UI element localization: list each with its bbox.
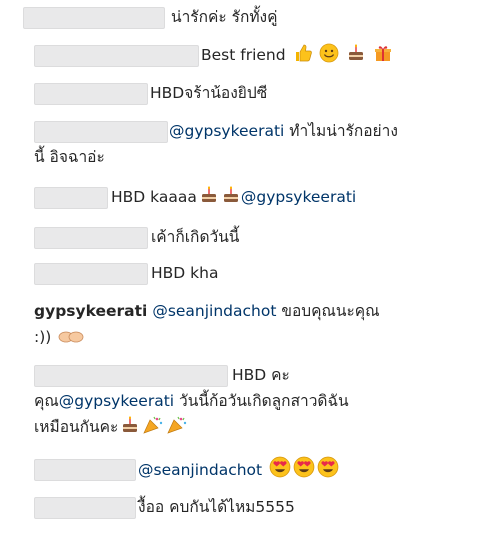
hands-icon — [58, 331, 84, 343]
comment: @seanjindachot — [0, 456, 500, 482]
blurred-username — [34, 227, 148, 249]
mention-link[interactable]: @gypsykeerati — [241, 188, 356, 206]
comment-text: HBDจร้าน้องยิปซี — [150, 84, 268, 102]
comment: HBD kha — [0, 260, 500, 286]
comment-list: น่ารักค่ะ รักทั้งคู่ Best friend HBDจร้า… — [0, 0, 500, 536]
thumbs-up-icon — [295, 44, 312, 62]
blurred-username — [34, 187, 108, 209]
mention-link[interactable]: @gypsykeerati — [59, 392, 174, 410]
heart-eyes-icon — [317, 456, 339, 478]
comment: งื้ออ คบกันได้ไหม5555 — [0, 494, 500, 520]
comment-text-continued: :)) — [34, 328, 52, 346]
blurred-username — [34, 365, 228, 387]
mention-link[interactable]: @seanjindachot — [138, 461, 262, 479]
comment: HBD คะ คุณ@gypsykeerati วันนี้ก้อวันเกิด… — [0, 362, 500, 440]
comment-text: เค้าก็เกิดวันนี้ — [151, 228, 240, 246]
comment-text: Best friend — [201, 46, 286, 64]
comment-text-continued: คุณ — [34, 392, 59, 410]
blurred-username — [34, 459, 136, 481]
comment: @gypsykeerati ทำไมน่ารักอย่าง นี้ อิจฉาอ… — [0, 118, 500, 170]
party-popper-icon — [143, 416, 163, 434]
cake-icon — [123, 416, 138, 432]
comment-text: ทำไมน่ารักอย่าง — [289, 122, 398, 140]
smile-icon — [320, 43, 339, 63]
cake-icon — [201, 186, 216, 202]
comment: HBDจร้าน้องยิปซี — [0, 80, 500, 106]
party-popper-icon — [167, 416, 187, 434]
comment-text: น่ารักค่ะ รักทั้งคู่ — [171, 8, 278, 26]
cake-icon — [223, 186, 238, 202]
cake-icon — [349, 44, 364, 60]
blurred-username — [23, 7, 165, 29]
blurred-username — [34, 263, 148, 285]
comment: HBD kaaaa @gypsykeerati — [0, 184, 500, 210]
comment-text: HBD คะ — [232, 366, 290, 384]
comment-text-continued: เหมือนกันคะ — [34, 418, 119, 436]
comment: เค้าก็เกิดวันนี้ — [0, 224, 500, 250]
comment-text: HBD kha — [151, 264, 219, 282]
comment-text: งื้ออ คบกันได้ไหม5555 — [138, 498, 295, 516]
comment: Best friend — [0, 42, 500, 68]
comment-text-continued: วันนี้ก้อวันเกิดลูกสาวดิฉัน — [179, 392, 349, 410]
heart-eyes-icon — [269, 456, 291, 478]
blurred-username — [34, 83, 148, 105]
mention-link[interactable]: @gypsykeerati — [169, 122, 284, 140]
gift-icon — [375, 46, 392, 61]
heart-eyes-icon — [293, 456, 315, 478]
comment-text: HBD kaaaa — [111, 188, 197, 206]
comment-text-continued: นี้ อิจฉาอ่ะ — [34, 148, 105, 166]
comment-text: ขอบคุณนะคุณ — [281, 302, 380, 320]
blurred-username — [34, 45, 199, 67]
comment: น่ารักค่ะ รักทั้งคู่ — [0, 4, 500, 30]
comment-username[interactable]: gypsykeerati — [34, 302, 147, 320]
blurred-username — [34, 497, 136, 519]
comment: gypsykeerati @seanjindachot ขอบคุณนะคุณ … — [0, 298, 500, 350]
blurred-username — [34, 121, 168, 143]
mention-link[interactable]: @seanjindachot — [152, 302, 276, 320]
